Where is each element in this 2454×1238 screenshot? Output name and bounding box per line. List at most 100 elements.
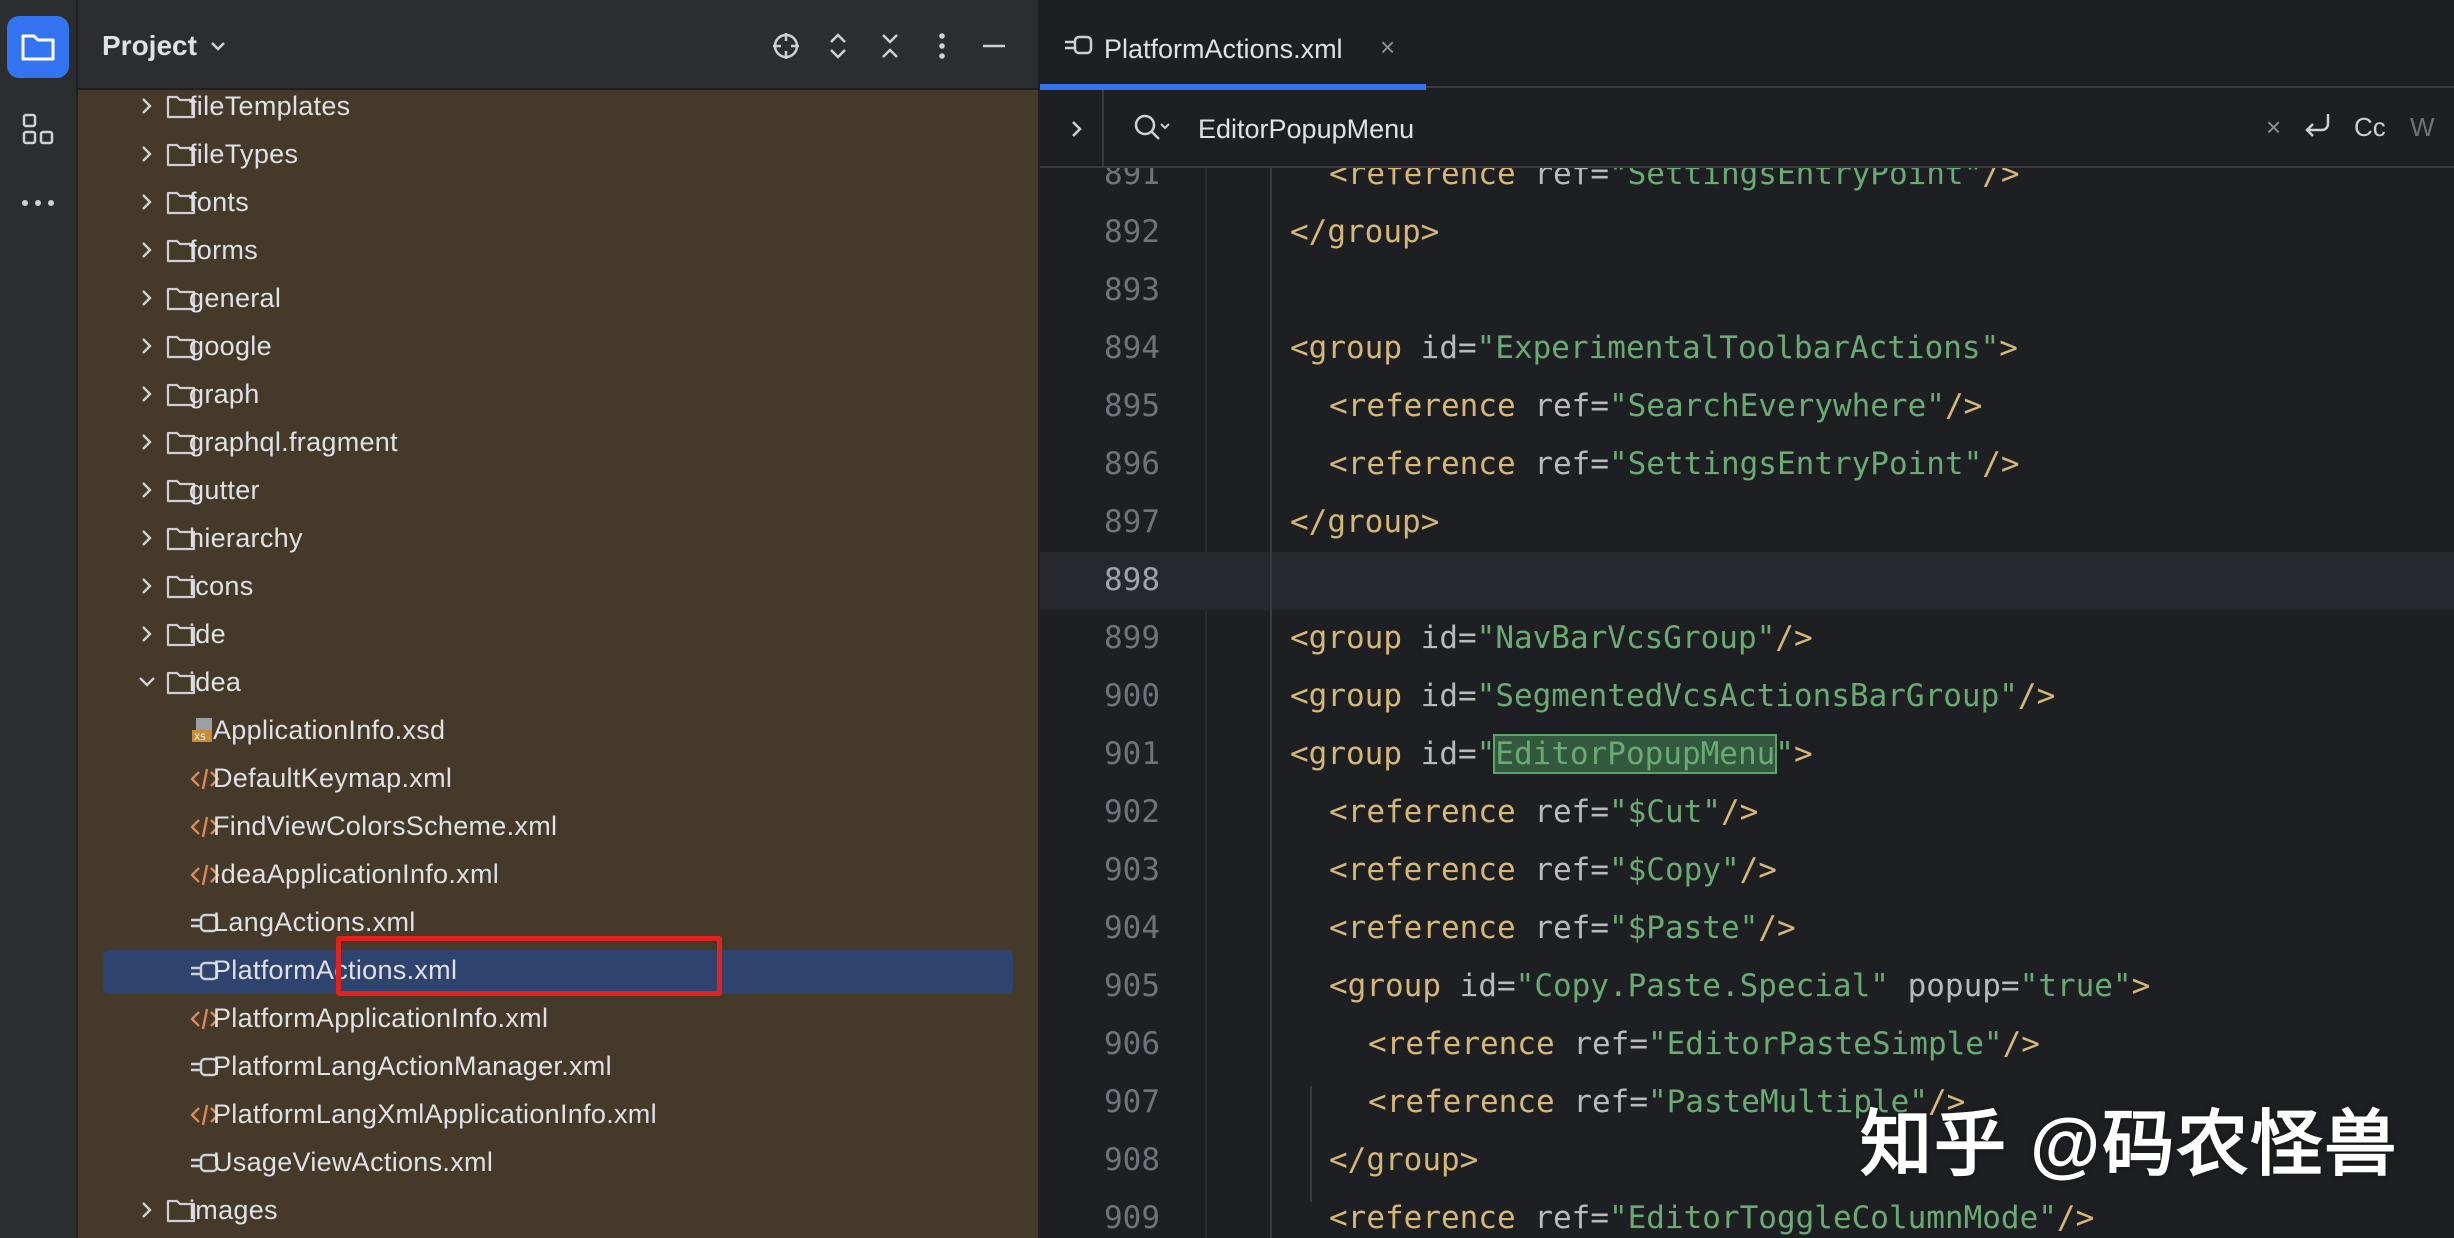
- code-token: />: [2002, 1026, 2040, 1062]
- chevron-down-icon[interactable]: [132, 667, 162, 697]
- chevron-right-icon[interactable]: [132, 91, 162, 121]
- tree-folder-row[interactable]: fonts: [78, 179, 1038, 227]
- code-token: "SettingsEntryPoint": [1608, 446, 1983, 482]
- code-line: <reference ref="SearchEverywhere"/>: [1329, 388, 1982, 424]
- tree-file-row[interactable]: PlatformApplicationInfo.xml: [78, 995, 1038, 1043]
- minimize-icon[interactable]: [976, 28, 1012, 64]
- line-number: 897: [1104, 504, 1160, 540]
- tree-node-label: icons: [189, 571, 254, 601]
- code-token: =: [1590, 852, 1609, 888]
- chevron-right-icon[interactable]: [132, 619, 162, 649]
- preserve-case-icon[interactable]: [2302, 108, 2336, 149]
- tree-folder-row[interactable]: icons: [78, 563, 1038, 611]
- code-token: ref: [1534, 168, 1591, 192]
- code-token: <group: [1329, 968, 1460, 1004]
- structure-tool-button[interactable]: [7, 98, 69, 160]
- tree-folder-row[interactable]: google: [78, 323, 1038, 371]
- chevron-right-icon[interactable]: [132, 187, 162, 217]
- tree-file-row[interactable]: FindViewColorsScheme.xml: [78, 803, 1038, 851]
- clear-search-icon[interactable]: ×: [2266, 112, 2281, 143]
- code-token: <reference: [1329, 446, 1535, 482]
- code-token: "SegmentedVcsActionsBarGroup": [1476, 678, 2018, 714]
- expand-all-icon[interactable]: [820, 28, 856, 64]
- project-view-selector[interactable]: Project: [102, 30, 227, 62]
- tree-file-row[interactable]: PlatformLangXmlApplicationInfo.xml: [78, 1091, 1038, 1139]
- tree-folder-row[interactable]: forms: [78, 227, 1038, 275]
- more-tools-button[interactable]: [7, 172, 69, 234]
- locate-icon[interactable]: [768, 28, 804, 64]
- code-token: />: [1982, 446, 2020, 482]
- tree-node-label: images: [189, 1195, 278, 1225]
- code-token: "NavBarVcsGroup": [1476, 620, 1776, 656]
- search-icon[interactable]: [1132, 110, 1172, 148]
- tree-node-label: hierarchy: [189, 523, 303, 553]
- chevron-right-icon[interactable]: [1062, 112, 1092, 146]
- tree-node-label: general: [189, 283, 282, 313]
- options-icon[interactable]: [924, 28, 960, 64]
- tree-node-label: idea: [189, 667, 242, 697]
- match-case-button[interactable]: Cc: [2354, 112, 2386, 143]
- tree-folder-row[interactable]: graph: [78, 371, 1038, 419]
- tree-folder-row[interactable]: images: [78, 1187, 1038, 1235]
- code-token: id: [1420, 330, 1458, 366]
- code-token: <group: [1290, 678, 1421, 714]
- tree-file-row[interactable]: UsageViewActions.xml: [78, 1139, 1038, 1187]
- line-number: 898: [1104, 562, 1160, 598]
- chevron-right-icon[interactable]: [132, 379, 162, 409]
- chevron-right-icon[interactable]: [132, 331, 162, 361]
- code-editor[interactable]: 891 <reference ref="SettingsEntryPoint"/>…: [1040, 168, 2454, 1238]
- collapse-all-icon[interactable]: [872, 28, 908, 64]
- code-line: </group>: [1290, 504, 1439, 540]
- code-token: =: [1629, 1084, 1648, 1120]
- tree-folder-row[interactable]: graphql.fragment: [78, 419, 1038, 467]
- tree-folder-row[interactable]: fileTemplates: [78, 83, 1038, 131]
- line-number: 902: [1104, 794, 1160, 830]
- tree-node-label: PlatformApplicationInfo.xml: [213, 1003, 549, 1033]
- code-token: =: [2000, 968, 2020, 1004]
- code-line: <reference ref="$Paste"/>: [1329, 910, 1796, 946]
- code-token: ": [1476, 736, 1496, 772]
- find-bar-divider: [1102, 90, 1104, 168]
- code-token: ref: [1534, 852, 1591, 888]
- tree-folder-row[interactable]: idea: [78, 659, 1038, 707]
- code-token: =: [1457, 620, 1477, 656]
- chevron-right-icon[interactable]: [132, 1195, 162, 1225]
- code-token: />: [1739, 852, 1777, 888]
- whole-words-button[interactable]: W: [2410, 112, 2435, 143]
- tree-folder-row[interactable]: general: [78, 275, 1038, 323]
- tree-folder-row[interactable]: hierarchy: [78, 515, 1038, 563]
- code-token: "true": [2019, 968, 2132, 1004]
- search-input[interactable]: EditorPopupMenu: [1198, 114, 1414, 145]
- project-panel-header: Project: [78, 0, 1038, 90]
- line-number: 907: [1104, 1084, 1160, 1120]
- code-line: <group id="Copy.Paste.Special" popup="tr…: [1329, 968, 2150, 1004]
- chevron-right-icon[interactable]: [132, 571, 162, 601]
- tree-folder-row[interactable]: fileTypes: [78, 131, 1038, 179]
- tree-file-row[interactable]: IdeaApplicationInfo.xml: [78, 851, 1038, 899]
- code-token: >: [1793, 736, 1813, 772]
- code-line: <group id="ExperimentalToolbarActions">: [1290, 330, 2018, 366]
- tree-node-label: graph: [189, 379, 260, 409]
- line-number: 899: [1104, 620, 1160, 656]
- tree-file-row[interactable]: DefaultKeymap.xml: [78, 755, 1038, 803]
- code-token: ": [1775, 736, 1794, 772]
- tree-file-row[interactable]: XS ApplicationInfo.xsd: [78, 707, 1038, 755]
- tree-file-row[interactable]: PlatformLangActionManager.xml: [78, 1043, 1038, 1091]
- project-tool-button[interactable]: [7, 16, 69, 78]
- code-token: "ExperimentalToolbarActions": [1476, 330, 2000, 366]
- chevron-right-icon[interactable]: [132, 283, 162, 313]
- close-icon[interactable]: ×: [1380, 32, 1395, 63]
- tree-node-label: DefaultKeymap.xml: [213, 763, 453, 793]
- tree-node-label: IdeaApplicationInfo.xml: [213, 859, 500, 889]
- code-token: </group>: [1329, 1142, 1479, 1178]
- chevron-right-icon[interactable]: [132, 523, 162, 553]
- chevron-right-icon[interactable]: [132, 139, 162, 169]
- tab-platformactions[interactable]: PlatformActions.xml ×: [1040, 0, 1426, 90]
- chevron-right-icon[interactable]: [132, 427, 162, 457]
- chevron-right-icon[interactable]: [132, 475, 162, 505]
- chevron-right-icon[interactable]: [132, 235, 162, 265]
- editor-panel: PlatformActions.xml × EditorPopupMenu × …: [1038, 0, 2454, 1238]
- tree-folder-row[interactable]: ide: [78, 611, 1038, 659]
- tree-folder-row[interactable]: gutter: [78, 467, 1038, 515]
- code-token: </group>: [1290, 214, 1440, 250]
